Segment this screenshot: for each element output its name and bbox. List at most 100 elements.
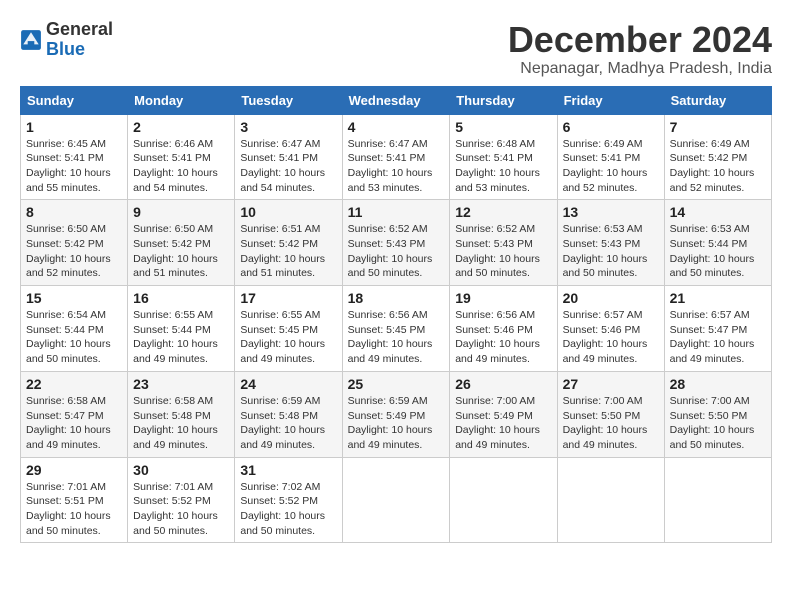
day-number: 3 [240, 119, 336, 135]
day-number: 26 [455, 376, 551, 392]
day-number: 22 [26, 376, 122, 392]
day-info: Sunrise: 6:59 AM Sunset: 5:49 PM Dayligh… [348, 394, 445, 453]
day-number: 28 [670, 376, 766, 392]
calendar-cell: 31 Sunrise: 7:02 AM Sunset: 5:52 PM Dayl… [235, 457, 342, 543]
day-number: 29 [26, 462, 122, 478]
calendar-cell: 16 Sunrise: 6:55 AM Sunset: 5:44 PM Dayl… [128, 286, 235, 372]
day-number: 23 [133, 376, 229, 392]
day-number: 15 [26, 290, 122, 306]
day-number: 8 [26, 204, 122, 220]
day-info: Sunrise: 7:01 AM Sunset: 5:51 PM Dayligh… [26, 480, 122, 539]
calendar-cell: 3 Sunrise: 6:47 AM Sunset: 5:41 PM Dayli… [235, 114, 342, 200]
day-number: 27 [563, 376, 659, 392]
day-info: Sunrise: 6:55 AM Sunset: 5:44 PM Dayligh… [133, 308, 229, 367]
calendar-week-row: 8 Sunrise: 6:50 AM Sunset: 5:42 PM Dayli… [21, 200, 772, 286]
calendar-cell [342, 457, 450, 543]
location-title: Nepanagar, Madhya Pradesh, India [508, 60, 772, 78]
day-number: 11 [348, 204, 445, 220]
calendar-cell: 8 Sunrise: 6:50 AM Sunset: 5:42 PM Dayli… [21, 200, 128, 286]
day-info: Sunrise: 6:56 AM Sunset: 5:46 PM Dayligh… [455, 308, 551, 367]
day-number: 9 [133, 204, 229, 220]
calendar-cell: 26 Sunrise: 7:00 AM Sunset: 5:49 PM Dayl… [450, 371, 557, 457]
day-number: 18 [348, 290, 445, 306]
day-info: Sunrise: 6:50 AM Sunset: 5:42 PM Dayligh… [26, 222, 122, 281]
calendar-cell: 12 Sunrise: 6:52 AM Sunset: 5:43 PM Dayl… [450, 200, 557, 286]
logo: General Blue [20, 20, 113, 60]
day-number: 17 [240, 290, 336, 306]
day-info: Sunrise: 6:55 AM Sunset: 5:45 PM Dayligh… [240, 308, 336, 367]
calendar-week-row: 15 Sunrise: 6:54 AM Sunset: 5:44 PM Dayl… [21, 286, 772, 372]
calendar-cell [664, 457, 771, 543]
day-info: Sunrise: 6:45 AM Sunset: 5:41 PM Dayligh… [26, 137, 122, 196]
day-info: Sunrise: 6:58 AM Sunset: 5:48 PM Dayligh… [133, 394, 229, 453]
calendar-cell: 30 Sunrise: 7:01 AM Sunset: 5:52 PM Dayl… [128, 457, 235, 543]
day-number: 1 [26, 119, 122, 135]
day-number: 10 [240, 204, 336, 220]
day-info: Sunrise: 7:02 AM Sunset: 5:52 PM Dayligh… [240, 480, 336, 539]
day-number: 20 [563, 290, 659, 306]
logo-general-text: General [46, 19, 113, 39]
calendar-cell: 11 Sunrise: 6:52 AM Sunset: 5:43 PM Dayl… [342, 200, 450, 286]
day-number: 2 [133, 119, 229, 135]
day-number: 24 [240, 376, 336, 392]
calendar-cell: 20 Sunrise: 6:57 AM Sunset: 5:46 PM Dayl… [557, 286, 664, 372]
calendar-cell: 5 Sunrise: 6:48 AM Sunset: 5:41 PM Dayli… [450, 114, 557, 200]
calendar-cell: 22 Sunrise: 6:58 AM Sunset: 5:47 PM Dayl… [21, 371, 128, 457]
calendar-cell: 1 Sunrise: 6:45 AM Sunset: 5:41 PM Dayli… [21, 114, 128, 200]
calendar-header-row: Sunday Monday Tuesday Wednesday Thursday… [21, 86, 772, 114]
logo-blue-text: Blue [46, 39, 85, 59]
day-info: Sunrise: 6:53 AM Sunset: 5:43 PM Dayligh… [563, 222, 659, 281]
day-number: 21 [670, 290, 766, 306]
day-number: 6 [563, 119, 659, 135]
month-title: December 2024 [508, 20, 772, 60]
day-info: Sunrise: 6:49 AM Sunset: 5:42 PM Dayligh… [670, 137, 766, 196]
calendar-table: Sunday Monday Tuesday Wednesday Thursday… [20, 86, 772, 544]
calendar-cell: 14 Sunrise: 6:53 AM Sunset: 5:44 PM Dayl… [664, 200, 771, 286]
day-number: 16 [133, 290, 229, 306]
day-info: Sunrise: 6:57 AM Sunset: 5:46 PM Dayligh… [563, 308, 659, 367]
day-number: 31 [240, 462, 336, 478]
calendar-cell: 10 Sunrise: 6:51 AM Sunset: 5:42 PM Dayl… [235, 200, 342, 286]
header-friday: Friday [557, 86, 664, 114]
day-info: Sunrise: 7:00 AM Sunset: 5:50 PM Dayligh… [563, 394, 659, 453]
logo-icon [20, 29, 42, 51]
calendar-cell: 2 Sunrise: 6:46 AM Sunset: 5:41 PM Dayli… [128, 114, 235, 200]
day-info: Sunrise: 6:57 AM Sunset: 5:47 PM Dayligh… [670, 308, 766, 367]
calendar-cell: 6 Sunrise: 6:49 AM Sunset: 5:41 PM Dayli… [557, 114, 664, 200]
calendar-cell: 19 Sunrise: 6:56 AM Sunset: 5:46 PM Dayl… [450, 286, 557, 372]
day-number: 4 [348, 119, 445, 135]
day-number: 25 [348, 376, 445, 392]
header-monday: Monday [128, 86, 235, 114]
calendar-week-row: 1 Sunrise: 6:45 AM Sunset: 5:41 PM Dayli… [21, 114, 772, 200]
calendar-week-row: 22 Sunrise: 6:58 AM Sunset: 5:47 PM Dayl… [21, 371, 772, 457]
day-info: Sunrise: 6:56 AM Sunset: 5:45 PM Dayligh… [348, 308, 445, 367]
day-info: Sunrise: 6:48 AM Sunset: 5:41 PM Dayligh… [455, 137, 551, 196]
calendar-cell: 9 Sunrise: 6:50 AM Sunset: 5:42 PM Dayli… [128, 200, 235, 286]
day-info: Sunrise: 6:58 AM Sunset: 5:47 PM Dayligh… [26, 394, 122, 453]
header-tuesday: Tuesday [235, 86, 342, 114]
calendar-cell [450, 457, 557, 543]
day-number: 14 [670, 204, 766, 220]
calendar-cell: 13 Sunrise: 6:53 AM Sunset: 5:43 PM Dayl… [557, 200, 664, 286]
title-area: December 2024 Nepanagar, Madhya Pradesh,… [508, 20, 772, 78]
day-info: Sunrise: 7:00 AM Sunset: 5:49 PM Dayligh… [455, 394, 551, 453]
calendar-cell: 4 Sunrise: 6:47 AM Sunset: 5:41 PM Dayli… [342, 114, 450, 200]
calendar-week-row: 29 Sunrise: 7:01 AM Sunset: 5:51 PM Dayl… [21, 457, 772, 543]
day-info: Sunrise: 6:52 AM Sunset: 5:43 PM Dayligh… [348, 222, 445, 281]
day-number: 7 [670, 119, 766, 135]
day-info: Sunrise: 7:01 AM Sunset: 5:52 PM Dayligh… [133, 480, 229, 539]
day-info: Sunrise: 6:51 AM Sunset: 5:42 PM Dayligh… [240, 222, 336, 281]
day-info: Sunrise: 6:59 AM Sunset: 5:48 PM Dayligh… [240, 394, 336, 453]
calendar-cell: 25 Sunrise: 6:59 AM Sunset: 5:49 PM Dayl… [342, 371, 450, 457]
day-info: Sunrise: 6:50 AM Sunset: 5:42 PM Dayligh… [133, 222, 229, 281]
day-number: 19 [455, 290, 551, 306]
calendar-cell [557, 457, 664, 543]
calendar-cell: 7 Sunrise: 6:49 AM Sunset: 5:42 PM Dayli… [664, 114, 771, 200]
calendar-cell: 18 Sunrise: 6:56 AM Sunset: 5:45 PM Dayl… [342, 286, 450, 372]
day-number: 5 [455, 119, 551, 135]
header-sunday: Sunday [21, 86, 128, 114]
day-info: Sunrise: 6:49 AM Sunset: 5:41 PM Dayligh… [563, 137, 659, 196]
calendar-cell: 17 Sunrise: 6:55 AM Sunset: 5:45 PM Dayl… [235, 286, 342, 372]
day-number: 13 [563, 204, 659, 220]
calendar-cell: 21 Sunrise: 6:57 AM Sunset: 5:47 PM Dayl… [664, 286, 771, 372]
